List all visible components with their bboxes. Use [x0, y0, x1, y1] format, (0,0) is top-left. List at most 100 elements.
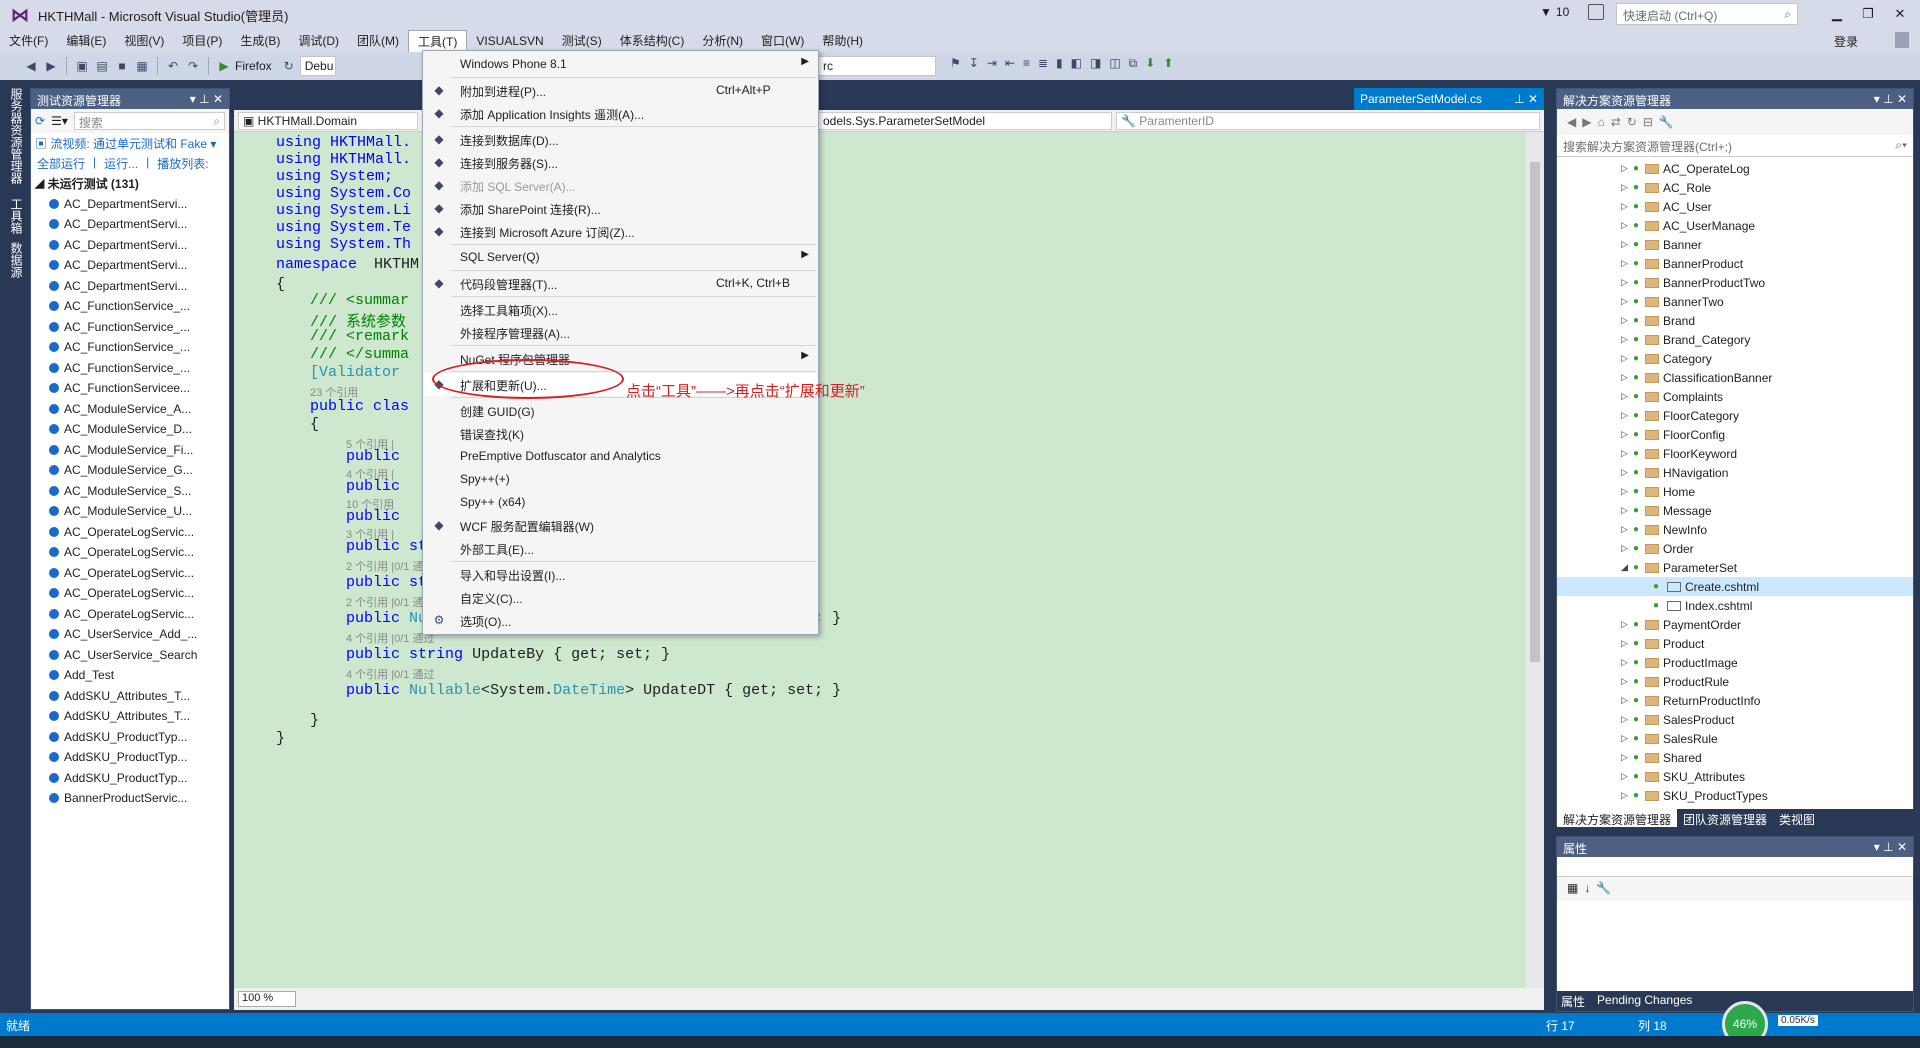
- run-link[interactable]: 运行...: [104, 155, 138, 171]
- expand-arrow-icon[interactable]: ▷: [1621, 467, 1633, 478]
- test-item[interactable]: AC_DepartmentServi...: [31, 235, 229, 256]
- expand-arrow-icon[interactable]: ▷: [1621, 220, 1633, 231]
- menu-9[interactable]: 测试(S): [553, 30, 611, 52]
- expand-arrow-icon[interactable]: ▷: [1621, 277, 1633, 288]
- solution-item[interactable]: ▷ ● Product: [1557, 634, 1913, 653]
- editor-scrollbar[interactable]: [1526, 132, 1544, 988]
- tools-menu-item-22[interactable]: 自定义(C)...: [424, 586, 817, 609]
- expand-arrow-icon[interactable]: ▷: [1621, 657, 1633, 668]
- test-item[interactable]: AC_ModuleService_U...: [31, 501, 229, 522]
- test-item[interactable]: AC_OperateLogServic...: [31, 604, 229, 625]
- save-icon[interactable]: ■: [113, 57, 131, 75]
- test-item[interactable]: AddSKU_ProductTyp...: [31, 747, 229, 768]
- expand-arrow-icon[interactable]: ▷: [1621, 201, 1633, 212]
- comment-icon[interactable]: ≡: [1023, 56, 1030, 76]
- solution-item[interactable]: ▷ ● Message: [1557, 501, 1913, 520]
- categorized-icon[interactable]: ▦: [1567, 881, 1578, 897]
- expand-arrow-icon[interactable]: ▷: [1621, 296, 1633, 307]
- test-search-input[interactable]: 搜索 ⌕: [73, 112, 225, 130]
- uncomment-icon[interactable]: ≣: [1038, 56, 1048, 76]
- restore-button[interactable]: ❐: [1855, 4, 1881, 24]
- playlist-link[interactable]: ▣ 流视频: 通过单元测试和 Fake ▾: [31, 133, 229, 153]
- test-item[interactable]: AC_OperateLogServic...: [31, 522, 229, 543]
- solution-item[interactable]: ▷ ● NewInfo: [1557, 520, 1913, 539]
- refresh-tests-icon[interactable]: ⟳: [35, 114, 45, 128]
- account-icon[interactable]: [1895, 32, 1909, 48]
- start-debug-icon[interactable]: ▶: [215, 57, 233, 75]
- panel-controls[interactable]: ▾ ⊥ ✕: [190, 92, 223, 106]
- solution-item[interactable]: ◢ ● ParameterSet: [1557, 558, 1913, 577]
- feedback-icon[interactable]: [1588, 4, 1604, 20]
- run-all-link[interactable]: 全部运行: [37, 155, 85, 171]
- menu-1[interactable]: 编辑(E): [57, 30, 115, 52]
- solution-item[interactable]: ▷ ● PaymentOrder: [1557, 615, 1913, 634]
- tools-menu-item-15[interactable]: 错误查找(K): [424, 422, 817, 445]
- solution-item[interactable]: ▷ ● Home: [1557, 482, 1913, 501]
- close-tab-icon[interactable]: ⊥ ✕: [1514, 92, 1538, 106]
- tools-menu-item-17[interactable]: Spy++(+): [424, 468, 817, 491]
- tools-menu-item-1[interactable]: ◆ 附加到进程(P)... Ctrl+Alt+P: [424, 79, 817, 102]
- test-item[interactable]: AC_FunctionServicee...: [31, 378, 229, 399]
- test-item[interactable]: AC_DepartmentServi...: [31, 255, 229, 276]
- test-item[interactable]: AC_FunctionService_...: [31, 358, 229, 379]
- menu-8[interactable]: VISUALSVN: [467, 30, 552, 52]
- notification-flag[interactable]: ▼ 10: [1540, 5, 1569, 19]
- test-item[interactable]: BannerProductServic...: [31, 788, 229, 809]
- solution-item[interactable]: ▷ ● SKU_ProductTypes: [1557, 786, 1913, 805]
- solution-item[interactable]: ▷ ● AC_Role: [1557, 178, 1913, 197]
- collapse-arrow-icon[interactable]: ◢: [1621, 562, 1633, 573]
- test-item[interactable]: AC_ModuleService_D...: [31, 419, 229, 440]
- menu-4[interactable]: 生成(B): [231, 30, 289, 52]
- bookmark-icon[interactable]: ▮: [1056, 56, 1063, 76]
- solution-item[interactable]: ▷ ● Category: [1557, 349, 1913, 368]
- test-item[interactable]: AC_UserService_Search: [31, 645, 229, 666]
- menu-3[interactable]: 项目(P): [173, 30, 231, 52]
- test-item[interactable]: AddSKU_Attributes_T...: [31, 686, 229, 707]
- back-icon[interactable]: ◀: [1567, 115, 1576, 129]
- solution-tab-2[interactable]: 类视图: [1773, 809, 1821, 827]
- test-item[interactable]: AC_ModuleService_G...: [31, 460, 229, 481]
- panel-controls[interactable]: ▾ ⊥ ✕: [1874, 92, 1907, 106]
- panel-controls[interactable]: ▾ ⊥ ✕: [1874, 840, 1907, 854]
- test-item[interactable]: AC_DepartmentServi...: [31, 194, 229, 215]
- zoom-select[interactable]: 100 %: [238, 991, 296, 1007]
- new-project-icon[interactable]: ▣: [73, 57, 91, 75]
- step-into-icon[interactable]: ↧: [969, 56, 979, 76]
- expand-arrow-icon[interactable]: ▷: [1621, 315, 1633, 326]
- open-file-icon[interactable]: ▤: [93, 57, 111, 75]
- test-item[interactable]: AC_OperateLogServic...: [31, 563, 229, 584]
- solution-item[interactable]: ▷ ● ProductRule: [1557, 672, 1913, 691]
- tools-menu-item-3[interactable]: ◆ 连接到数据库(D)...: [424, 128, 817, 151]
- tools-menu-item-16[interactable]: PreEmptive Dotfuscator and Analytics: [424, 445, 817, 468]
- test-item[interactable]: AC_DepartmentServi...: [31, 276, 229, 297]
- menu-0[interactable]: 文件(F): [0, 30, 57, 52]
- solution-item[interactable]: ▷ ● SalesRule: [1557, 729, 1913, 748]
- data-sources-tab[interactable]: 数据源: [8, 242, 25, 278]
- solution-item[interactable]: ● Index.cshtml: [1557, 596, 1913, 615]
- menu-5[interactable]: 调试(D): [289, 30, 348, 52]
- forward-icon[interactable]: ▶: [1582, 115, 1591, 129]
- tools-menu-item-8[interactable]: SQL Server(Q) ▶: [424, 246, 817, 269]
- alphabetical-icon[interactable]: ↓: [1584, 881, 1590, 897]
- test-item[interactable]: AddSKU_Attributes_T...: [31, 706, 229, 727]
- server-explorer-tab[interactable]: 服务器资源管理器: [8, 88, 25, 184]
- expand-arrow-icon[interactable]: ▷: [1621, 163, 1633, 174]
- solution-item[interactable]: ▷ ● SalesProduct: [1557, 710, 1913, 729]
- test-item[interactable]: Add_Test: [31, 665, 229, 686]
- toolbox-tab[interactable]: 工具箱: [8, 198, 25, 234]
- tools-menu-item-11[interactable]: 外接程序管理器(A)...: [424, 321, 817, 344]
- test-item[interactable]: AddSKU_ProductTyp...: [31, 768, 229, 789]
- test-group-header[interactable]: ◢ 未运行测试 (131): [31, 173, 229, 194]
- solution-item[interactable]: ▷ ● BannerProductTwo: [1557, 273, 1913, 292]
- solution-item[interactable]: ▷ ● FloorConfig: [1557, 425, 1913, 444]
- solution-item[interactable]: ▷ ● Brand: [1557, 311, 1913, 330]
- configuration-select[interactable]: Debu: [299, 56, 336, 76]
- expand-arrow-icon[interactable]: ▷: [1621, 486, 1633, 497]
- expand-arrow-icon[interactable]: ▷: [1621, 182, 1633, 193]
- tools-menu-item-20[interactable]: 外部工具(E)...: [424, 537, 817, 560]
- group-by-icon[interactable]: ☰▾: [51, 114, 68, 128]
- tools-menu-item-9[interactable]: ◆ 代码段管理器(T)... Ctrl+K, Ctrl+B: [424, 272, 817, 295]
- expand-arrow-icon[interactable]: ▷: [1621, 524, 1633, 535]
- test-item[interactable]: AC_ModuleService_Fi...: [31, 440, 229, 461]
- prev-bookmark-icon[interactable]: ◧: [1071, 56, 1082, 76]
